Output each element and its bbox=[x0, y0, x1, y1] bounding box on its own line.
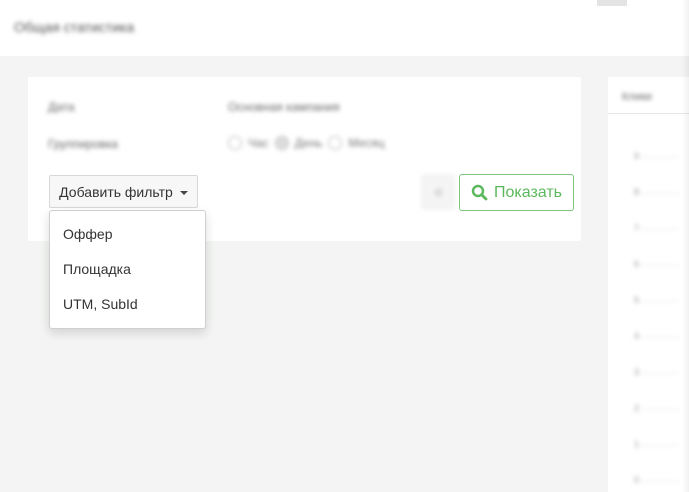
radio-day-label: День bbox=[294, 136, 323, 150]
menu-item-platform[interactable]: Площадка bbox=[50, 252, 205, 287]
axis-tick: 0 bbox=[634, 475, 680, 485]
grouping-label: Группировка bbox=[48, 137, 118, 151]
axis-tick: 1 bbox=[634, 439, 680, 449]
edge-shadow bbox=[682, 0, 689, 492]
show-button-label: Показать bbox=[493, 183, 562, 201]
date-label: Дата bbox=[48, 100, 75, 114]
radio-day[interactable] bbox=[274, 136, 289, 150]
search-icon bbox=[471, 184, 488, 201]
radio-month-label: Месяц bbox=[348, 136, 385, 150]
campaign-label: Основная кампания bbox=[228, 100, 340, 114]
axis-tick: 3 bbox=[634, 367, 680, 377]
header-corner-tab bbox=[597, 0, 627, 6]
radio-hour-label: Час bbox=[248, 136, 269, 150]
chart-tab-clicks[interactable]: Клики bbox=[622, 91, 652, 103]
top-header: Общая статистика bbox=[0, 0, 689, 56]
axis-tick: 4 bbox=[634, 331, 680, 341]
grouping-radio-group: Час День Месяц bbox=[228, 136, 385, 150]
page-title: Общая статистика bbox=[14, 19, 135, 35]
menu-item-utm-subid[interactable]: UTM, SubId bbox=[50, 287, 205, 322]
add-filter-button[interactable]: Добавить фильтр bbox=[49, 175, 198, 208]
tab-divider bbox=[608, 113, 689, 114]
settings-icon bbox=[434, 188, 443, 197]
caret-down-icon bbox=[179, 190, 188, 195]
filter-dropdown-menu: Оффер Площадка UTM, SubId bbox=[49, 210, 206, 329]
menu-item-offer[interactable]: Оффер bbox=[50, 217, 205, 252]
axis-tick: 9 bbox=[634, 151, 680, 161]
settings-button[interactable] bbox=[422, 175, 454, 209]
axis-tick: 2 bbox=[634, 403, 680, 413]
chart-axis: 9 8 7 6 5 4 3 2 1 0 bbox=[634, 151, 680, 487]
axis-tick: 6 bbox=[634, 259, 680, 269]
radio-month[interactable] bbox=[328, 136, 343, 150]
axis-tick: 5 bbox=[634, 295, 680, 305]
show-button[interactable]: Показать bbox=[459, 174, 574, 211]
chart-panel: Клики 9 8 7 6 5 4 3 2 1 0 bbox=[608, 77, 689, 492]
axis-tick: 8 bbox=[634, 187, 680, 197]
axis-tick: 7 bbox=[634, 223, 680, 233]
radio-hour[interactable] bbox=[228, 136, 242, 150]
add-filter-label: Добавить фильтр bbox=[59, 183, 173, 200]
